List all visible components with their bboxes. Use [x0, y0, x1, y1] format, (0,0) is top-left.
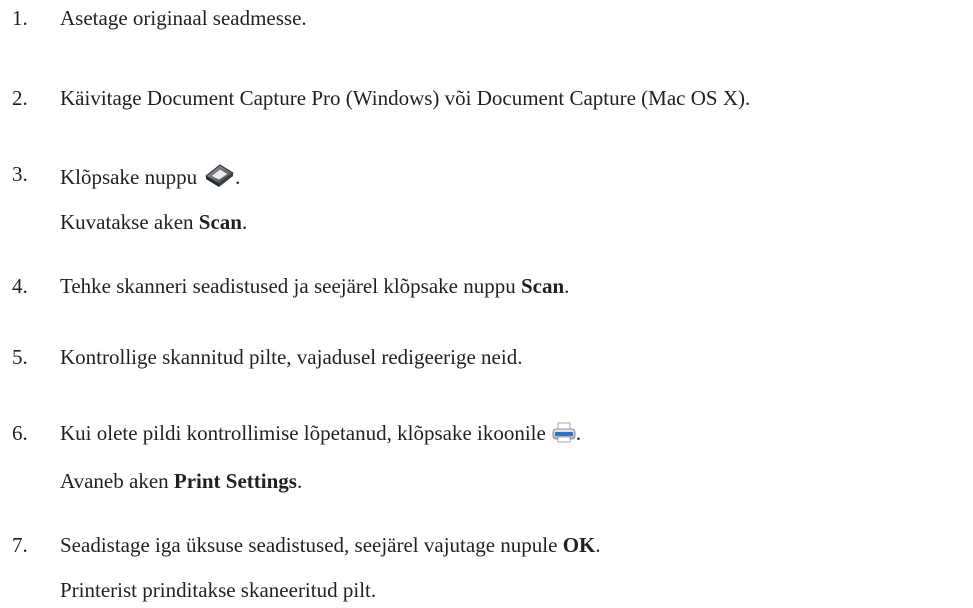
step-text-wrap: Seadistage iga üksuse seadistused, seejä…	[60, 533, 601, 557]
step-text: Tehke skanneri seadistused ja seejärel k…	[60, 274, 521, 298]
step-text: Seadistage iga üksuse seadistused, seejä…	[60, 533, 563, 557]
step-number: 7.	[12, 533, 28, 557]
step-text: Kontrollige skannitud pilte, vajadusel r…	[60, 345, 523, 369]
result-text: Printerist prinditakse skaneeritud pilt.	[60, 578, 377, 602]
step-text: Käivitage Document Capture Pro (Windows)…	[60, 86, 751, 110]
step-number: 4.	[12, 274, 28, 298]
button-name: OK	[562, 533, 596, 557]
step-text: Klõpsake nuppu	[60, 165, 198, 189]
step-number: 2.	[12, 86, 28, 110]
printer-icon	[552, 422, 576, 449]
result-text: Kuvatakse aken Scan.	[60, 210, 248, 234]
window-name: Print Settings	[173, 469, 297, 493]
scan-icon	[203, 162, 235, 193]
step-text: Asetage originaal seadmesse.	[60, 6, 307, 30]
step-text-end: .	[575, 421, 582, 445]
step-text-wrap: Tehke skanneri seadistused ja seejärel k…	[60, 274, 570, 298]
step-number: 6.	[12, 421, 28, 445]
step-number: 3.	[12, 162, 28, 186]
step-number: 1.	[12, 6, 28, 30]
step-text: Kui olete pildi kontrollimise lõpetanud,…	[60, 421, 546, 445]
button-name: Scan	[520, 274, 565, 298]
result-text: Avaneb aken Print Settings.	[60, 469, 303, 493]
step-number: 5.	[12, 345, 28, 369]
step-text-wrap: Kui olete pildi kontrollimise lõpetanud,…	[60, 421, 581, 449]
step-text-end: .	[235, 165, 241, 189]
window-name: Scan	[198, 210, 242, 234]
step-text-wrap: Klõpsake nuppu .	[60, 162, 240, 193]
